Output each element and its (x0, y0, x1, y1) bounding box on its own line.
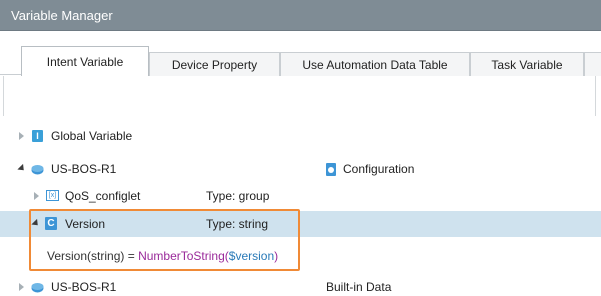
version-formula[interactable]: Version(string) = NumberToString($versio… (47, 249, 278, 263)
tab-task-variable[interactable]: Task Variable (470, 52, 584, 77)
tree-label: QoS_configlet (65, 189, 141, 203)
type-label: Type: string (206, 217, 269, 231)
formula-argument: $version (228, 249, 275, 263)
device-icon (31, 165, 44, 175)
tab-label: Device Property (171, 58, 258, 72)
category-label: Configuration (343, 162, 415, 176)
tree-label: Version (65, 217, 106, 231)
tab-label: Intent Variable (46, 55, 124, 69)
category-label: Built-in Data (326, 280, 392, 294)
tree-row-version[interactable]: C Version Type: string (0, 211, 601, 237)
tree-label: Global Variable (51, 129, 133, 143)
tab-device-property[interactable]: Device Property (149, 52, 280, 77)
config-file-icon (326, 163, 336, 176)
tree-row-device-builtin[interactable]: US-BOS-R1 Built-in Data (0, 274, 601, 296)
expand-arrow-icon[interactable] (19, 283, 24, 291)
formula-function: NumberToString (138, 249, 225, 263)
device-icon (31, 283, 44, 293)
toolbar-area (0, 76, 601, 116)
expand-arrow-icon[interactable] (34, 192, 39, 200)
expand-arrow-icon[interactable] (19, 132, 24, 140)
tree-label: US-BOS-R1 (51, 280, 117, 294)
tree-row-global-variable[interactable]: I Global Variable (0, 123, 601, 149)
tab-use-automation-data-table[interactable]: Use Automation Data Table (280, 52, 470, 77)
column-divider (595, 76, 596, 116)
collapse-arrow-icon[interactable] (17, 163, 27, 174)
window-titlebar: Variable Manager (0, 0, 601, 31)
tab-label: Use Automation Data Table (302, 58, 448, 72)
formula-equals: = (124, 249, 139, 263)
formula-param: (string) (87, 249, 125, 263)
tree-row-device[interactable]: US-BOS-R1 Configuration (0, 156, 601, 182)
type-label: Type: group (206, 189, 270, 203)
tab-overflow[interactable] (584, 52, 601, 77)
column-divider (3, 76, 4, 116)
c-letter-icon: C (45, 217, 57, 230)
collapse-arrow-icon[interactable] (31, 218, 41, 229)
formula-prefix: Version (47, 249, 88, 263)
info-icon: I (32, 130, 43, 142)
tab-intent-variable[interactable]: Intent Variable (21, 46, 149, 76)
window-title: Variable Manager (11, 8, 113, 23)
tree-row-qos-configlet[interactable]: [x] QoS_configlet Type: group (0, 183, 601, 209)
variable-x-icon: [x] (46, 190, 59, 201)
tree-label: US-BOS-R1 (51, 162, 117, 176)
formula-close-paren: ) (274, 249, 279, 263)
tab-strip: Intent Variable Device Property Use Auto… (0, 31, 601, 77)
tab-label: Task Variable (491, 58, 563, 72)
